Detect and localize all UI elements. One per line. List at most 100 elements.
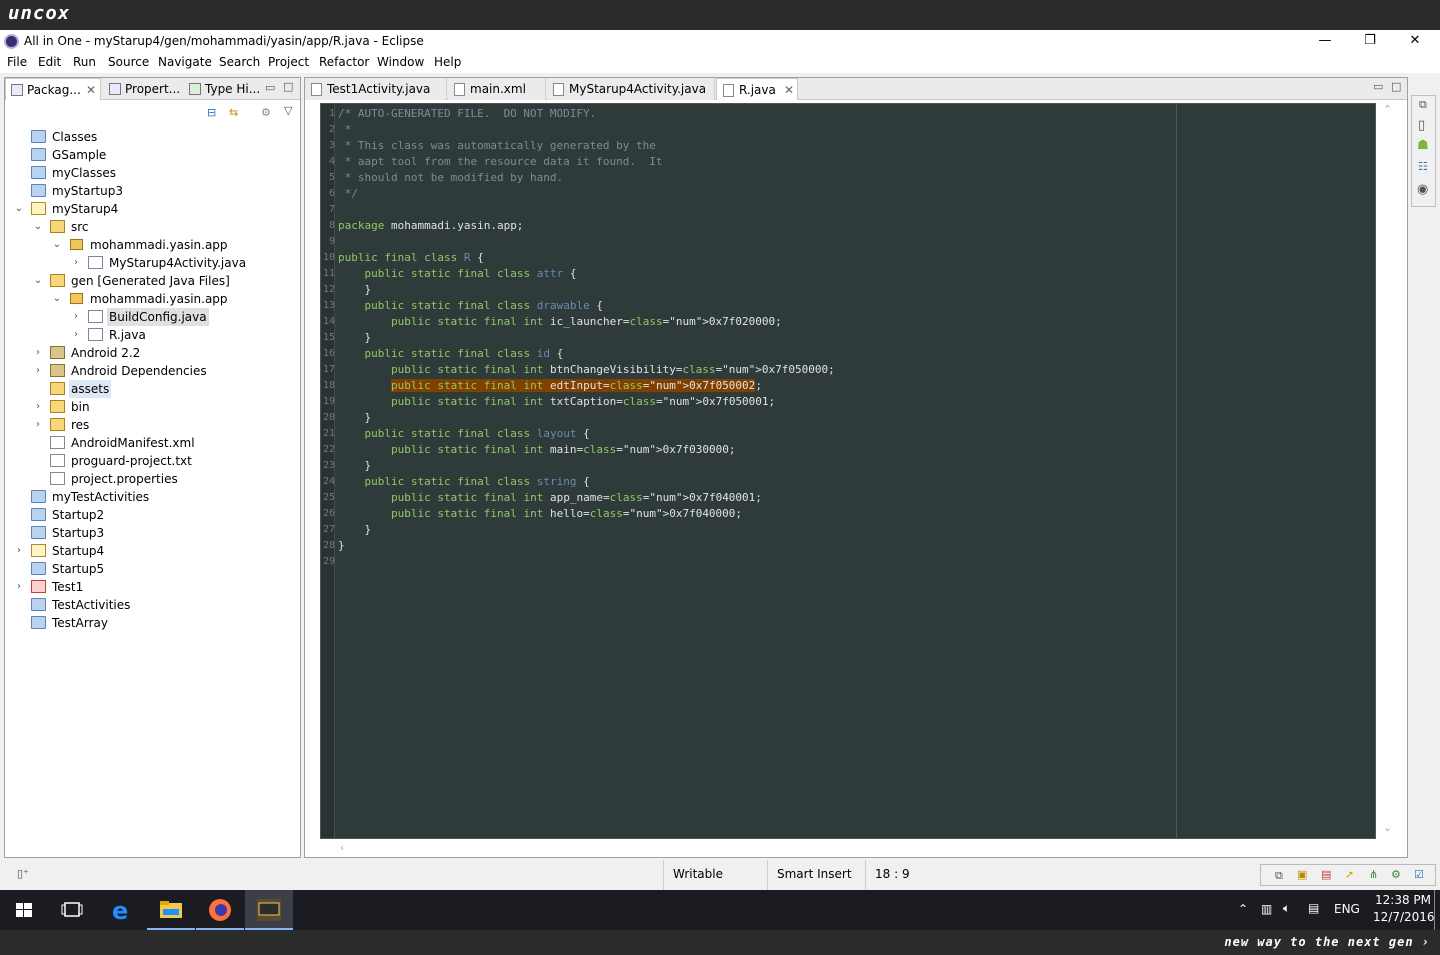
chevron-right-icon[interactable]: › [70, 254, 82, 272]
chevron-right-icon[interactable]: › [32, 344, 44, 362]
chevron-right-icon[interactable]: › [32, 398, 44, 416]
status-bar: ▯⁺ Writable Smart Insert 18 : 9 ⧉ ▣ ▤ ➚ … [0, 860, 1440, 890]
code-line: /* AUTO-GENERATED FILE. DO NOT MODIFY. [338, 107, 597, 120]
code-line: public static final class string { [364, 475, 590, 488]
folder-icon [31, 526, 46, 539]
close-icon[interactable]: ✕ [784, 79, 794, 101]
tasks-icon[interactable]: ☑ [1414, 868, 1424, 881]
code-line: * [338, 123, 352, 136]
layout-icon[interactable]: ☷ [1418, 160, 1428, 173]
chevron-right-icon[interactable]: › [32, 362, 44, 380]
network-icon[interactable]: ▥ [1261, 902, 1272, 916]
chevron-down-icon[interactable]: ⌄ [51, 236, 63, 254]
menu-run[interactable]: Run [73, 55, 96, 69]
start-button[interactable] [0, 890, 48, 930]
line-number: 11 [322, 268, 335, 279]
fast-view-icon[interactable]: ▯⁺ [17, 867, 29, 880]
java-file-icon [88, 310, 103, 323]
code-line: public static final int edtInput=class="… [390, 379, 762, 392]
task-view-button[interactable] [48, 890, 96, 930]
problems-icon[interactable]: ▤ [1321, 868, 1331, 881]
menu-source[interactable]: Source [108, 55, 149, 69]
maximize-view-icon[interactable]: □ [283, 80, 293, 93]
editor-tab[interactable]: MyStarup4Activity.java [547, 78, 715, 100]
minimize-view-icon[interactable]: ▭ [1373, 80, 1383, 93]
window-titlebar: All in One - myStarup4/gen/mohammadi/yas… [0, 30, 1440, 53]
editor-tab[interactable]: Test1Activity.java [305, 78, 447, 100]
show-desktop-button[interactable] [1434, 890, 1435, 930]
firefox-button[interactable] [196, 890, 244, 930]
tab-type-hierarchy[interactable]: Type Hi... [184, 78, 260, 100]
phone-icon[interactable]: ▯ [1418, 118, 1425, 133]
status-insert-mode: Smart Insert [767, 860, 865, 890]
menu-refactor[interactable]: Refactor [319, 55, 369, 69]
volume-icon[interactable]: 🔈︎ [1283, 901, 1290, 916]
code-line: } [338, 459, 372, 472]
gear-icon[interactable]: ⚙ [1391, 868, 1401, 881]
line-number: 9 [328, 236, 335, 247]
hierarchy-icon[interactable]: ⋔ [1369, 868, 1378, 881]
minimize-button[interactable]: — [1302, 30, 1348, 53]
menu-project[interactable]: Project [268, 55, 309, 69]
editor-tab-active[interactable]: R.java ✕ [716, 78, 798, 100]
tab-package-explorer[interactable]: Packag... ✕ [5, 78, 101, 100]
chevron-right-icon[interactable]: › [70, 326, 82, 344]
close-icon[interactable]: ✕ [86, 79, 96, 100]
horizontal-scrollbar[interactable]: ‹ [320, 840, 1376, 856]
server-icon[interactable]: ▣ [1297, 868, 1307, 881]
language-indicator[interactable]: ENG [1334, 902, 1360, 916]
folder-icon [31, 166, 46, 179]
chevron-down-icon[interactable]: ⌄ [32, 272, 44, 290]
chevron-down-icon[interactable]: ⌄ [32, 218, 44, 236]
menu-navigate[interactable]: Navigate [158, 55, 212, 69]
code-line: } [338, 283, 372, 296]
close-button[interactable]: ✕ [1392, 30, 1438, 53]
chevron-right-icon[interactable]: › [70, 308, 82, 326]
line-number: 25 [322, 492, 335, 503]
menu-file[interactable]: File [7, 55, 27, 69]
chevron-right-icon[interactable]: › [13, 542, 25, 560]
link-with-editor-icon[interactable]: ⇆ [229, 106, 238, 119]
chevron-down-icon[interactable]: ⌄ [51, 290, 63, 308]
scroll-up-icon[interactable]: ⌃ [1383, 103, 1392, 116]
filter-icon[interactable]: ⚙ [261, 106, 271, 119]
android-icon[interactable]: ☗ [1417, 138, 1429, 153]
code-line: public static final class attr { [364, 267, 577, 280]
line-number: 3 [328, 140, 335, 151]
chevron-up-icon[interactable]: ⌃ [1238, 902, 1248, 916]
maximize-button[interactable]: ❐ [1347, 30, 1393, 53]
menu-edit[interactable]: Edit [38, 55, 61, 69]
editor-tab[interactable]: main.xml [448, 78, 546, 100]
maximize-view-icon[interactable]: □ [1391, 80, 1401, 93]
folder-icon [31, 184, 46, 197]
chevron-right-icon[interactable]: › [32, 416, 44, 434]
menu-window[interactable]: Window [377, 55, 424, 69]
view-menu-icon[interactable]: ▽ [284, 104, 292, 117]
menu-help[interactable]: Help [434, 55, 461, 69]
notification-icon[interactable]: ▤ [1308, 901, 1319, 915]
collapse-all-icon[interactable]: ⊟ [207, 106, 216, 119]
menu-search[interactable]: Search [219, 55, 260, 69]
code-line: * This class was automatically generated… [338, 139, 656, 152]
scroll-left-icon[interactable]: ‹ [340, 841, 344, 854]
monitor-icon[interactable]: ◉ [1417, 182, 1428, 197]
chevron-right-icon[interactable]: › [13, 578, 25, 596]
restore-icon[interactable]: ⧉ [1419, 98, 1427, 112]
code-line: * should not be modified by hand. [338, 171, 564, 184]
restore-icon[interactable]: ⧉ [1275, 869, 1283, 883]
code-editor[interactable]: 1/* AUTO-GENERATED FILE. DO NOT MODIFY. 2… [320, 103, 1376, 839]
file-explorer-button[interactable] [147, 890, 195, 930]
clock-time[interactable]: 12:38 PM [1375, 893, 1431, 907]
code-line: } [338, 523, 372, 536]
vertical-scrollbar[interactable]: ⌃ ⌄ [1379, 103, 1395, 839]
scroll-down-icon[interactable]: ⌄ [1383, 821, 1392, 834]
clock-date[interactable]: 12/7/2016 [1373, 910, 1435, 924]
rocket-icon[interactable]: ➚ [1345, 868, 1354, 881]
line-number: 28 [322, 540, 335, 551]
tab-properties[interactable]: Propert... [104, 78, 182, 100]
edge-button[interactable]: e [98, 890, 146, 930]
minimize-view-icon[interactable]: ▭ [265, 81, 275, 94]
eclipse-button[interactable] [245, 890, 293, 930]
folder-icon [160, 901, 182, 918]
chevron-down-icon[interactable]: ⌄ [13, 200, 25, 218]
